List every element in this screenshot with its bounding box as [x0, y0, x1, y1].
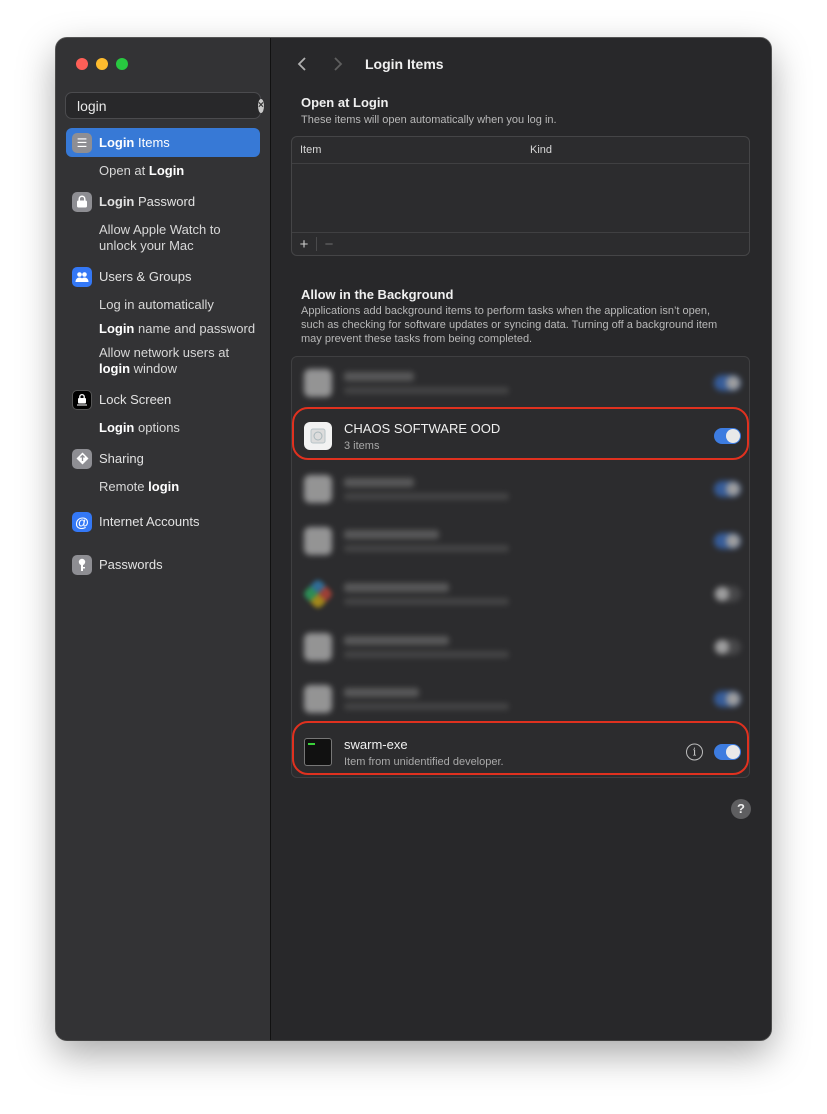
list-icon: ☰: [72, 132, 92, 153]
sharing-icon: [72, 448, 92, 469]
back-button[interactable]: [291, 53, 313, 75]
sidebar-group-login-items: ☰ Login Items Open at Login: [66, 128, 260, 179]
row-text: [344, 583, 749, 606]
item-name: CHAOS SOFTWARE OOD: [344, 420, 501, 436]
sidebar-group-login-password: Login Password Allow Apple Watch to unlo…: [66, 187, 260, 254]
zoom-button[interactable]: [116, 58, 128, 70]
sidebar-item-label: Login Items: [99, 135, 170, 150]
table-header: Item Kind: [292, 137, 749, 164]
add-item-button[interactable]: +: [292, 236, 316, 253]
sidebar-item-label: Sharing: [99, 451, 144, 466]
settings-window: × ☰ Login Items Open at Login Login Pass…: [56, 38, 771, 1040]
sidebar-item-internet-accounts[interactable]: @ Internet Accounts: [66, 507, 260, 536]
toggle-switch[interactable]: [714, 533, 741, 550]
app-icon: [304, 527, 332, 556]
sidebar-sub-open-at-login[interactable]: Open at Login: [66, 163, 260, 179]
toggle-switch[interactable]: [714, 586, 741, 603]
toggle-switch[interactable]: [714, 691, 741, 708]
minimize-button[interactable]: [96, 58, 108, 70]
table-footer: + −: [292, 232, 749, 255]
sidebar-item-label: Users & Groups: [99, 269, 192, 284]
key-icon: [72, 554, 92, 575]
at-icon: @: [72, 511, 92, 532]
sidebar-item-login-items[interactable]: ☰ Login Items: [66, 128, 260, 157]
background-items-list: CHAOS SOFTWARE OOD 3 items swarm-exe Ite…: [291, 356, 750, 778]
traffic-lights: [76, 58, 128, 70]
toggle-switch[interactable]: [714, 744, 741, 761]
list-item: [292, 357, 749, 410]
help-button[interactable]: ?: [731, 799, 751, 819]
chaos-app-icon: [304, 422, 332, 451]
sidebar: × ☰ Login Items Open at Login Login Pass…: [56, 38, 271, 1040]
lock-screen-icon: [72, 389, 92, 410]
sidebar-sub-log-in-automatically[interactable]: Log in automatically: [66, 297, 260, 313]
list-item: [292, 515, 749, 568]
terminal-app-icon: [304, 738, 332, 767]
toggle-switch[interactable]: [714, 375, 741, 392]
sidebar-nav: ☰ Login Items Open at Login Login Passwo…: [66, 128, 260, 587]
chevron-right-icon: [334, 57, 343, 71]
background-description: Applications add background items to per…: [301, 305, 718, 345]
forward-button[interactable]: [327, 53, 349, 75]
list-item-swarm-exe: swarm-exe Item from unidentified develop…: [292, 726, 749, 779]
row-text: CHAOS SOFTWARE OOD 3 items: [344, 421, 749, 452]
search-field[interactable]: ×: [65, 92, 264, 119]
sidebar-sub-login-options[interactable]: Login options: [66, 420, 260, 436]
sidebar-item-label: Internet Accounts: [99, 514, 200, 529]
sidebar-item-users-groups[interactable]: Users & Groups: [66, 262, 260, 291]
sidebar-item-label: Passwords: [99, 557, 163, 572]
app-icon: [302, 578, 334, 610]
open-at-login-description: These items will open automatically when…: [301, 114, 557, 126]
background-title: Allow in the Background: [301, 287, 454, 302]
sidebar-item-sharing[interactable]: Sharing: [66, 444, 260, 473]
list-item: [292, 568, 749, 621]
sidebar-sub-login-name[interactable]: Login name and password: [66, 321, 260, 337]
sidebar-item-label: Lock Screen: [99, 392, 172, 407]
info-icon[interactable]: i: [686, 743, 703, 761]
row-text: [344, 635, 749, 658]
item-subtitle: 3 items: [344, 439, 380, 452]
column-kind[interactable]: Kind: [530, 144, 552, 156]
app-icon: [304, 369, 332, 398]
close-button[interactable]: [76, 58, 88, 70]
row-text: [344, 530, 749, 553]
row-text: [344, 688, 749, 711]
main-pane: Login Items Open at Login These items wi…: [271, 38, 771, 1040]
sidebar-group-sharing: Sharing Remote login: [66, 444, 260, 495]
app-icon: [304, 474, 332, 503]
page-title: Login Items: [365, 56, 444, 72]
clear-search-icon[interactable]: ×: [258, 98, 264, 113]
sidebar-group-passwords: Passwords: [66, 550, 260, 579]
users-icon: [72, 266, 92, 287]
search-input[interactable]: [77, 97, 258, 114]
open-at-login-table: Item Kind + −: [291, 136, 750, 256]
toggle-switch[interactable]: [714, 428, 741, 445]
sidebar-item-label: Login Password: [99, 194, 196, 209]
sidebar-group-users: Users & Groups Log in automatically Logi…: [66, 262, 260, 377]
app-icon: [304, 632, 332, 661]
list-item-chaos-software: CHAOS SOFTWARE OOD 3 items: [292, 410, 749, 463]
list-item: [292, 462, 749, 515]
sidebar-sub-apple-watch[interactable]: Allow Apple Watch to unlock your Mac: [66, 222, 260, 254]
list-item: [292, 673, 749, 726]
row-text: [344, 372, 749, 395]
lock-icon: [72, 191, 92, 212]
toggle-switch[interactable]: [714, 480, 741, 497]
sidebar-sub-remote-login[interactable]: Remote login: [66, 479, 260, 495]
toolbar: Login Items: [271, 52, 771, 76]
app-icon: [304, 685, 332, 714]
chevron-left-icon: [297, 57, 306, 71]
list-item: [292, 620, 749, 673]
row-text: [344, 477, 749, 500]
remove-item-button[interactable]: −: [317, 236, 341, 253]
sidebar-sub-network-users[interactable]: Allow network users at login window: [66, 345, 260, 377]
open-at-login-title: Open at Login: [301, 95, 389, 110]
sidebar-item-login-password[interactable]: Login Password: [66, 187, 260, 216]
column-item[interactable]: Item: [292, 144, 530, 156]
sidebar-item-passwords[interactable]: Passwords: [66, 550, 260, 579]
sidebar-group-lock-screen: Lock Screen Login options: [66, 385, 260, 436]
sidebar-item-lock-screen[interactable]: Lock Screen: [66, 385, 260, 414]
sidebar-group-internet-accounts: @ Internet Accounts: [66, 507, 260, 536]
toggle-switch[interactable]: [714, 638, 741, 655]
